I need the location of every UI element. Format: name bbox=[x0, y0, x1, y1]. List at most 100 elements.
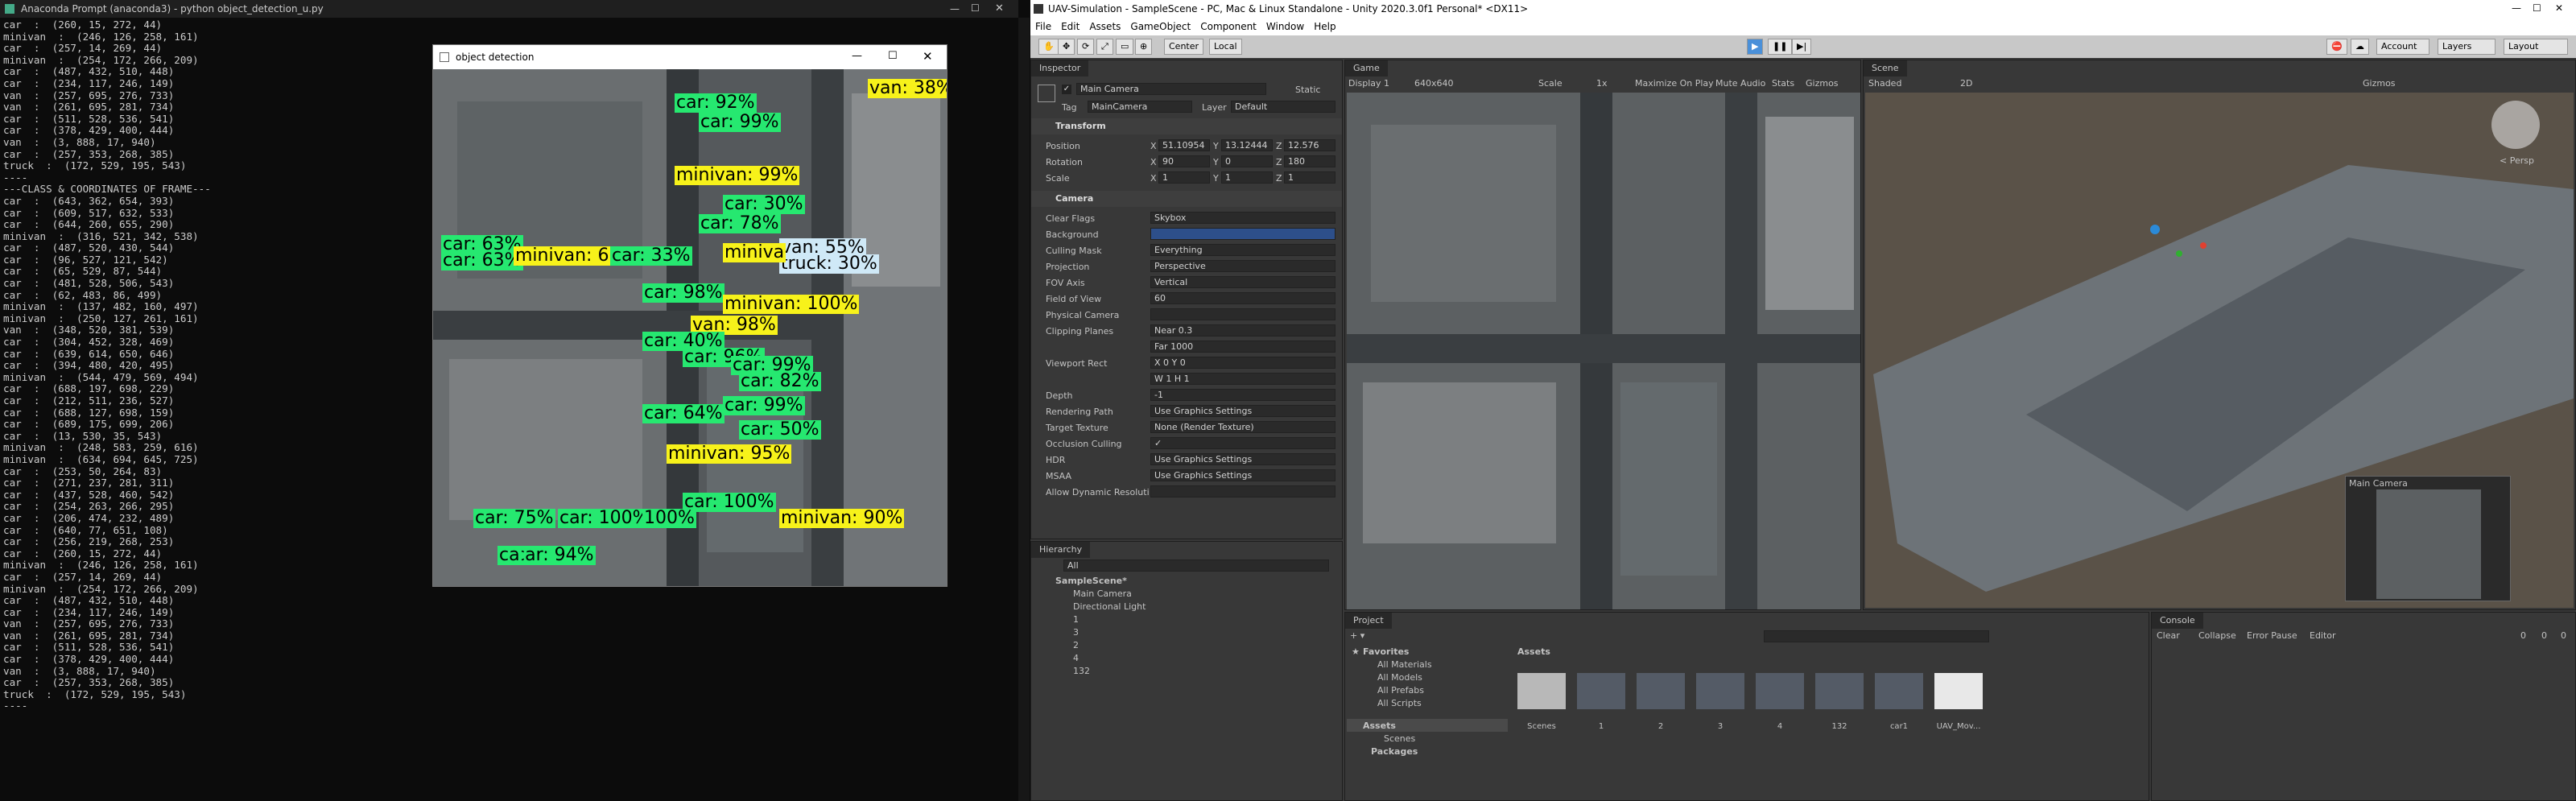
log-count[interactable]: 0 bbox=[2520, 630, 2526, 641]
account-dropdown[interactable]: Account bbox=[2376, 39, 2429, 55]
asset-label[interactable]: 3 bbox=[1692, 722, 1748, 731]
asset-thumbnail[interactable] bbox=[1756, 673, 1804, 709]
prop-value[interactable]: X 0 Y 0 bbox=[1150, 357, 1335, 369]
prop-value[interactable]: Far 1000 bbox=[1150, 341, 1335, 353]
2d-toggle[interactable]: 2D bbox=[1960, 78, 1972, 89]
prop-value[interactable]: W 1 H 1 bbox=[1150, 373, 1335, 385]
mute-audio-toggle[interactable]: Mute Audio bbox=[1715, 78, 1765, 89]
add-asset-button[interactable]: + ▾ bbox=[1350, 630, 1364, 641]
asset-label[interactable]: 1 bbox=[1573, 722, 1629, 731]
favorite-item[interactable]: All Materials bbox=[1377, 659, 1432, 670]
transform-rot-y[interactable]: 0 bbox=[1221, 155, 1273, 167]
asset-thumbnail[interactable] bbox=[1696, 673, 1744, 709]
object-name-field[interactable]: Main Camera bbox=[1076, 83, 1266, 95]
hierarchy-item[interactable]: 1 bbox=[1073, 614, 1079, 625]
prop-value[interactable] bbox=[1150, 308, 1335, 320]
favorite-item[interactable]: All Models bbox=[1377, 672, 1422, 683]
unity-editor-window[interactable]: UAV-Simulation - SampleScene - PC, Mac &… bbox=[1030, 0, 2576, 801]
error-pause-toggle[interactable]: Error Pause bbox=[2247, 630, 2297, 641]
rotate-tool-icon[interactable]: ⟳ bbox=[1077, 39, 1095, 55]
pause-icon[interactable]: ❚❚ bbox=[1768, 39, 1793, 55]
hierarchy-item[interactable]: 2 bbox=[1073, 640, 1079, 650]
transform-rot-x[interactable]: 90 bbox=[1158, 155, 1210, 167]
menu-item-file[interactable]: File bbox=[1030, 21, 1056, 32]
prop-value[interactable]: Everything bbox=[1150, 244, 1335, 256]
hierarchy-item[interactable]: 3 bbox=[1073, 627, 1079, 638]
assets-tree-label[interactable]: Assets bbox=[1363, 720, 1396, 731]
asset-thumbnail[interactable] bbox=[1815, 673, 1864, 709]
prop-value[interactable]: Vertical bbox=[1150, 276, 1335, 288]
hierarchy-item[interactable]: SampleScene* bbox=[1055, 576, 1127, 586]
hierarchy-item[interactable]: 132 bbox=[1073, 666, 1090, 676]
maximize-icon[interactable]: ☐ bbox=[971, 2, 980, 14]
favorite-item[interactable]: All Scripts bbox=[1377, 698, 1422, 708]
move-tool-icon[interactable]: ✥ bbox=[1058, 39, 1075, 55]
minimize-icon[interactable]: — bbox=[2512, 2, 2521, 14]
gizmos-toggle[interactable]: Gizmos bbox=[1806, 78, 1839, 89]
menu-item-assets[interactable]: Assets bbox=[1084, 21, 1125, 32]
transform-header[interactable]: Transform bbox=[1031, 118, 1342, 134]
asset-label[interactable]: Scenes bbox=[1513, 722, 1570, 731]
maximize-on-play-toggle[interactable]: Maximize On Play bbox=[1635, 78, 1714, 89]
prop-value[interactable]: Use Graphics Settings bbox=[1150, 469, 1335, 481]
asset-label[interactable]: UAV_Mov... bbox=[1930, 722, 1987, 731]
collapse-toggle[interactable]: Collapse bbox=[2198, 630, 2236, 641]
layout-dropdown[interactable]: Layout bbox=[2504, 39, 2568, 55]
transform-scl-x[interactable]: 1 bbox=[1158, 171, 1210, 184]
object-detection-window[interactable]: object detection — ☐ ✕ car: 92% car: 99% v… bbox=[432, 44, 947, 587]
tag-dropdown[interactable]: MainCamera bbox=[1088, 101, 1192, 113]
shading-dropdown[interactable]: Shaded bbox=[1868, 78, 1901, 89]
asset-thumbnail[interactable] bbox=[1577, 673, 1625, 709]
project-search[interactable] bbox=[1764, 630, 1989, 642]
tab-game[interactable]: Game bbox=[1345, 60, 1388, 76]
tab-scene[interactable]: Scene bbox=[1864, 60, 1907, 76]
transform-pos-y[interactable]: 13.12444 bbox=[1221, 139, 1273, 151]
maximize-icon[interactable]: ☐ bbox=[2533, 2, 2541, 14]
pivot-center-button[interactable]: Center bbox=[1164, 39, 1204, 55]
close-icon[interactable]: ✕ bbox=[923, 49, 933, 64]
hierarchy-search[interactable]: All bbox=[1063, 559, 1329, 572]
asset-thumbnail[interactable] bbox=[1637, 673, 1685, 709]
editor-dropdown[interactable]: Editor bbox=[2310, 630, 2336, 641]
hierarchy-item[interactable]: Directional Light bbox=[1073, 601, 1146, 612]
layer-dropdown[interactable]: Default bbox=[1231, 101, 1335, 113]
minimize-icon[interactable]: — bbox=[852, 50, 862, 62]
cloud-icon[interactable]: ☁ bbox=[2351, 39, 2369, 55]
scale-tool-icon[interactable]: ⤢ bbox=[1096, 39, 1113, 55]
prop-value[interactable]: Use Graphics Settings bbox=[1150, 405, 1335, 417]
static-toggle[interactable]: Static bbox=[1295, 85, 1320, 95]
tab-console[interactable]: Console bbox=[2152, 613, 2203, 629]
transform-scl-z[interactable]: 1 bbox=[1284, 171, 1335, 184]
tab-inspector[interactable]: Inspector bbox=[1031, 60, 1089, 76]
transform-rot-z[interactable]: 180 bbox=[1284, 155, 1335, 167]
minimize-icon[interactable]: — bbox=[950, 3, 960, 14]
menu-item-window[interactable]: Window bbox=[1261, 21, 1309, 32]
menu-item-edit[interactable]: Edit bbox=[1056, 21, 1084, 32]
transform-scl-y[interactable]: 1 bbox=[1221, 171, 1273, 184]
asset-label[interactable]: 2 bbox=[1633, 722, 1689, 731]
prop-value[interactable]: ✓ bbox=[1150, 437, 1335, 449]
hand-tool-icon[interactable]: ✋ bbox=[1038, 39, 1059, 55]
warning-count[interactable]: 0 bbox=[2541, 630, 2547, 641]
clear-button[interactable]: Clear bbox=[2157, 630, 2180, 641]
step-icon[interactable]: ▶| bbox=[1792, 39, 1812, 55]
menu-item-component[interactable]: Component bbox=[1195, 21, 1261, 32]
asset-thumbnail[interactable] bbox=[1875, 673, 1923, 709]
favorite-item[interactable]: All Prefabs bbox=[1377, 685, 1424, 696]
prop-value[interactable]: Perspective bbox=[1150, 260, 1335, 272]
stats-toggle[interactable]: Stats bbox=[1772, 78, 1794, 89]
transform-tool-icon[interactable]: ⊕ bbox=[1135, 39, 1153, 55]
camera-header[interactable]: Camera bbox=[1031, 191, 1342, 207]
scenes-folder[interactable]: Scenes bbox=[1384, 733, 1415, 744]
scene-orientation-gizmo-icon[interactable] bbox=[2491, 101, 2540, 149]
rect-tool-icon[interactable]: ▭ bbox=[1116, 39, 1134, 55]
tab-hierarchy[interactable]: Hierarchy bbox=[1031, 542, 1091, 558]
transform-pos-z[interactable]: 12.576 bbox=[1284, 139, 1335, 151]
prop-value[interactable] bbox=[1150, 228, 1335, 240]
asset-thumbnail[interactable] bbox=[1934, 673, 1983, 709]
transform-pos-x[interactable]: 51.10954 bbox=[1158, 139, 1210, 151]
console-scrollbar[interactable] bbox=[1018, 18, 1030, 801]
hierarchy-item[interactable]: Main Camera bbox=[1073, 588, 1132, 599]
packages-folder[interactable]: Packages bbox=[1371, 746, 1418, 757]
asset-label[interactable]: 4 bbox=[1752, 722, 1808, 731]
